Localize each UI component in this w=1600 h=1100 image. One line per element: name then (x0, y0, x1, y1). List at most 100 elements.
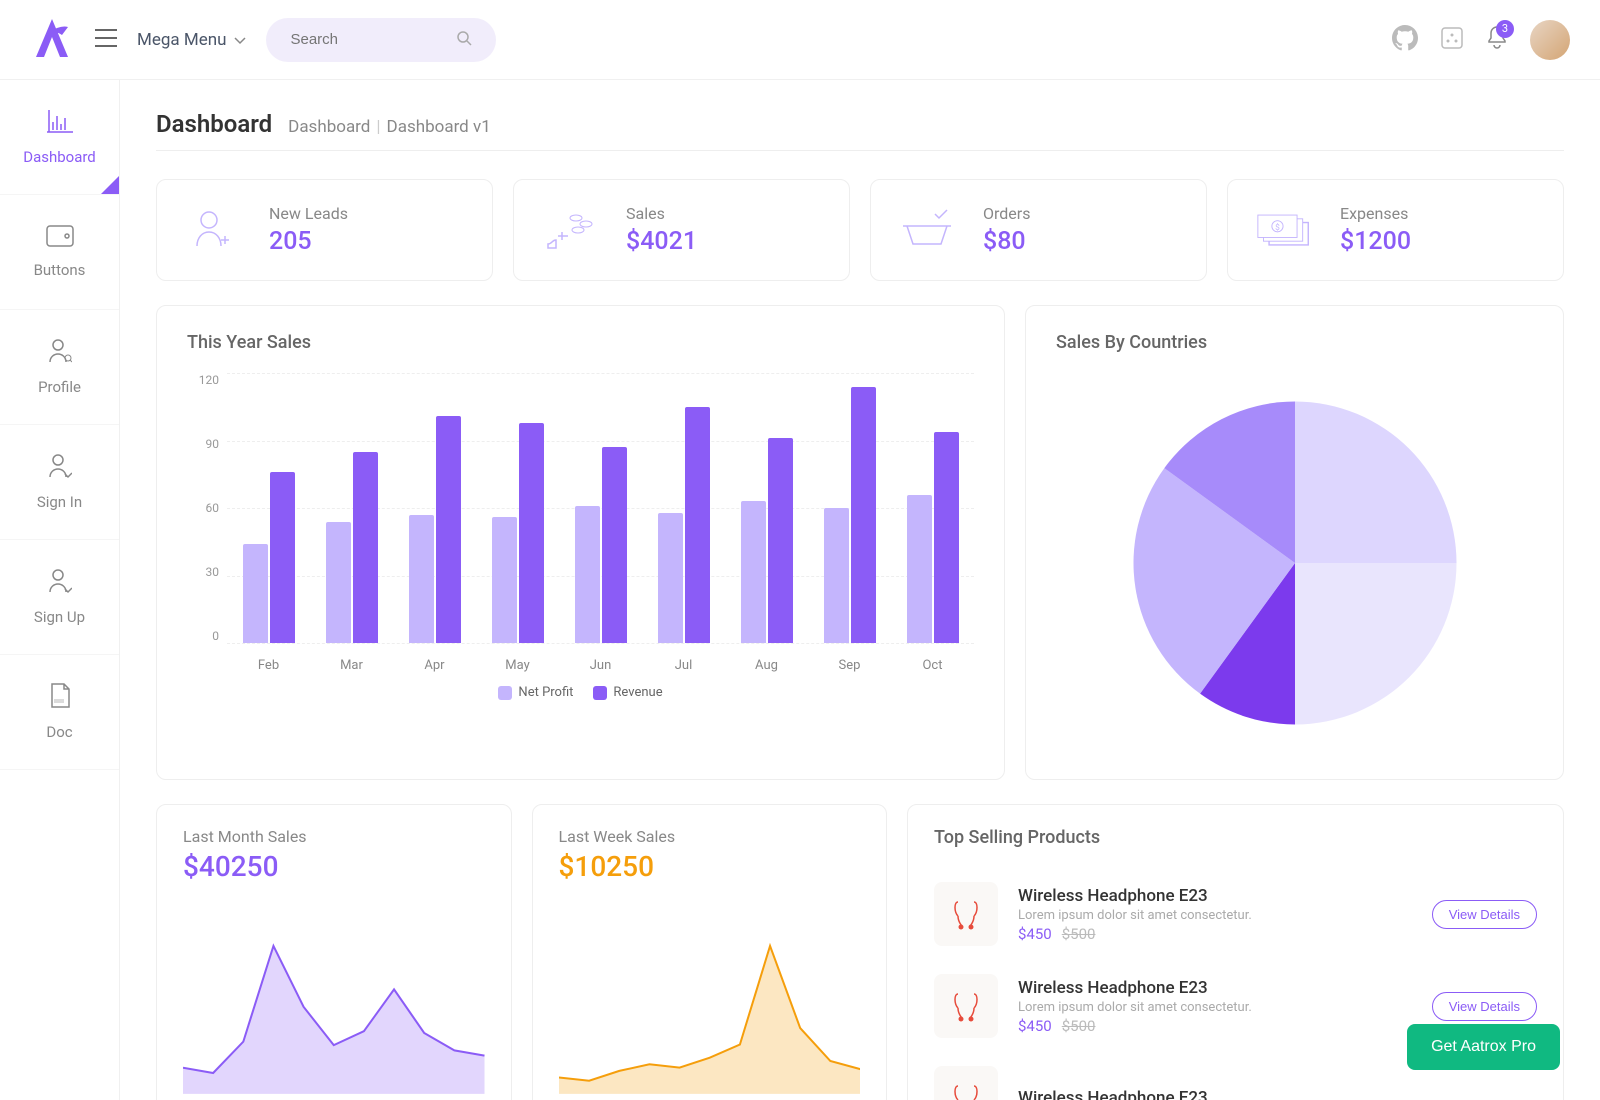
pie-slice (1295, 563, 1457, 725)
pie-chart-card: Sales By Countries (1025, 305, 1564, 780)
bar (824, 508, 849, 643)
bar (243, 544, 268, 643)
chevron-down-icon (234, 30, 246, 50)
product-price: $450 (1018, 925, 1052, 943)
bar (768, 438, 793, 643)
topbar: Mega Menu 3 (0, 0, 1600, 80)
stat-value: $4021 (626, 227, 697, 256)
bar (658, 513, 683, 644)
bar (519, 423, 544, 644)
user-avatar[interactable] (1530, 20, 1570, 60)
card-title: This Year Sales (187, 332, 974, 353)
product-row: Wireless Headphone E23 Lorem ipsum dolor… (934, 868, 1537, 960)
product-desc: Lorem ipsum dolor sit amet consectetur. (1018, 908, 1412, 923)
stat-label: Orders (983, 204, 1030, 223)
product-price: $450 (1018, 1017, 1052, 1035)
pie-slice (1295, 402, 1457, 564)
stat-expenses: $ Expenses $1200 (1227, 179, 1564, 281)
signup-icon (48, 568, 72, 598)
page-header: Dashboard Dashboard|Dashboard v1 (156, 110, 1564, 138)
area-chart (559, 913, 861, 1094)
profile-icon (48, 338, 72, 368)
mini-title: Last Month Sales (183, 827, 485, 846)
sidebar-item-label: Buttons (34, 261, 86, 279)
product-image (934, 974, 998, 1038)
stat-value: $1200 (1340, 227, 1411, 256)
bar (685, 407, 710, 643)
last-month-card: Last Month Sales $40250 (156, 804, 512, 1100)
bar (492, 517, 517, 643)
doc-icon (49, 683, 71, 713)
sidebar-item-label: Dashboard (23, 148, 96, 166)
stat-row: New Leads205 Sales$4021 Orders $80 $ Expe… (156, 179, 1564, 281)
search-input[interactable] (290, 31, 450, 48)
mega-menu-label: Mega Menu (137, 30, 226, 50)
product-image (934, 1066, 998, 1100)
chart-icon (45, 108, 75, 138)
menu-toggle-icon[interactable] (95, 29, 117, 51)
stat-sales: Sales$4021 (513, 179, 850, 281)
area-chart (183, 913, 485, 1094)
stat-new-leads: New Leads205 (156, 179, 493, 281)
bar (907, 495, 932, 644)
sidebar: Dashboard Buttons Profile Sign In Sign U… (0, 80, 120, 1100)
mini-title: Last Week Sales (559, 827, 861, 846)
sales-chart-card: This Year Sales 1209060300 FebMarAprMayJ… (156, 305, 1005, 780)
leads-icon (185, 202, 241, 258)
stat-orders: Orders $80 (870, 179, 1207, 281)
notification-icon[interactable]: 3 (1486, 26, 1508, 54)
stat-label: New Leads (269, 204, 348, 223)
breadcrumb: Dashboard|Dashboard v1 (288, 117, 491, 137)
pie-chart (1125, 393, 1465, 733)
bar (602, 447, 627, 643)
card-title: Sales By Countries (1056, 332, 1533, 353)
bar (934, 432, 959, 644)
divider (156, 150, 1564, 151)
bar (851, 387, 876, 644)
last-week-card: Last Week Sales $10250 (532, 804, 888, 1100)
bar (575, 506, 600, 643)
signin-icon (48, 453, 72, 483)
page-title: Dashboard (156, 110, 272, 138)
product-name: Wireless Headphone E23 (1018, 886, 1412, 906)
stat-value: $80 (983, 227, 1030, 256)
search-box[interactable] (266, 18, 496, 62)
bar (741, 501, 766, 643)
github-icon[interactable] (1392, 25, 1418, 55)
sidebar-item-signin[interactable]: Sign In (0, 425, 119, 540)
product-image (934, 882, 998, 946)
bar (353, 452, 378, 643)
chart-legend: Net Profit Revenue (187, 685, 974, 700)
mini-value: $10250 (559, 850, 861, 883)
search-icon (456, 30, 472, 50)
get-pro-button[interactable]: Get Aatrox Pro (1407, 1024, 1560, 1070)
apps-icon[interactable] (1440, 26, 1464, 54)
sidebar-item-doc[interactable]: Doc (0, 655, 119, 770)
mega-menu-dropdown[interactable]: Mega Menu (137, 30, 246, 50)
sidebar-item-profile[interactable]: Profile (0, 310, 119, 425)
sidebar-item-signup[interactable]: Sign Up (0, 540, 119, 655)
bar (326, 522, 351, 644)
sidebar-item-dashboard[interactable]: Dashboard (0, 80, 119, 195)
app-logo[interactable] (30, 17, 75, 62)
view-details-button[interactable]: View Details (1432, 900, 1537, 929)
stat-label: Expenses (1340, 204, 1411, 223)
mini-value: $40250 (183, 850, 485, 883)
card-title: Top Selling Products (934, 827, 1537, 848)
orders-icon (899, 202, 955, 258)
bar-chart: 1209060300 FebMarAprMayJunJulAugSepOct (187, 373, 974, 673)
bar (436, 416, 461, 643)
sidebar-item-buttons[interactable]: Buttons (0, 195, 119, 310)
view-details-button[interactable]: View Details (1432, 992, 1537, 1021)
notification-badge: 3 (1496, 20, 1514, 38)
product-old-price: $500 (1062, 925, 1096, 943)
bar (270, 472, 295, 643)
wallet-icon (46, 225, 74, 251)
product-old-price: $500 (1062, 1017, 1096, 1035)
product-desc: Lorem ipsum dolor sit amet consectetur. (1018, 1000, 1412, 1015)
sales-icon (542, 202, 598, 258)
sidebar-item-label: Sign In (37, 493, 82, 511)
product-name: Wireless Headphone E23 (1018, 1088, 1537, 1100)
bar (409, 515, 434, 643)
expenses-icon: $ (1256, 202, 1312, 258)
